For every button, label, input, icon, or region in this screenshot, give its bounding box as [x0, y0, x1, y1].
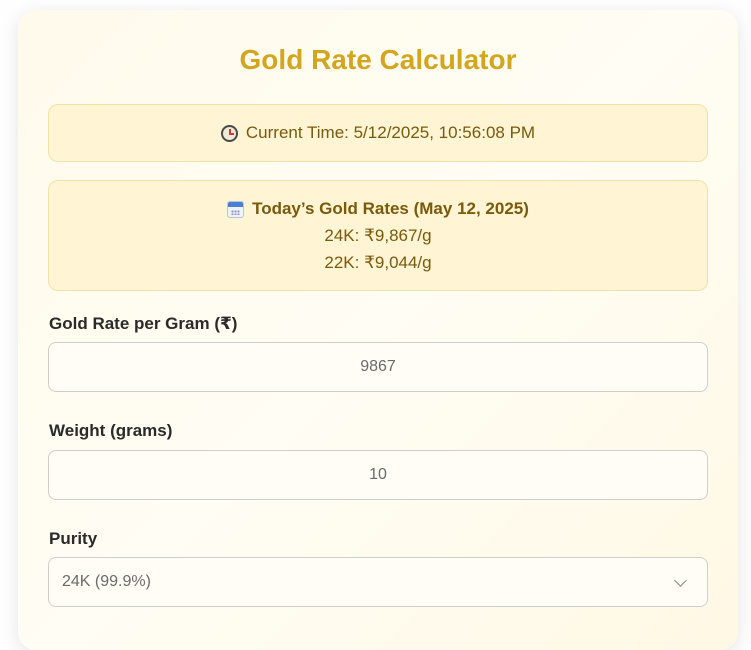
rate-per-gram-input[interactable] — [48, 342, 708, 392]
purity-select[interactable]: 24K (99.9%) — [48, 557, 708, 607]
rates-heading: Today’s Gold Rates (May 12, 2025) — [252, 199, 529, 218]
rate-per-gram-label: Gold Rate per Gram (₹) — [49, 314, 238, 333]
rates-heading-row: Today’s Gold Rates (May 12, 2025) — [49, 199, 707, 219]
purity-selected-value: 24K (99.9%) — [62, 573, 151, 590]
calendar-icon — [227, 200, 245, 218]
weight-input[interactable] — [48, 450, 708, 500]
rate-22k: 22K: ₹9,044/g — [324, 253, 432, 272]
current-time-box: Current Time: 5/12/2025, 10:56:08 PM — [48, 104, 708, 162]
purity-label: Purity — [49, 529, 98, 548]
page-title: Gold Rate Calculator — [239, 44, 517, 75]
todays-rates-box: Today’s Gold Rates (May 12, 2025) 24K: ₹… — [48, 180, 708, 291]
rate-24k: 24K: ₹9,867/g — [324, 226, 432, 245]
weight-label: Weight (grams) — [49, 421, 173, 440]
clock-icon — [220, 124, 238, 142]
current-time-text: Current Time: 5/12/2025, 10:56:08 PM — [245, 123, 536, 142]
calculator-card: Gold Rate Calculator Current Time: 5/12/… — [18, 10, 738, 650]
chevron-down-icon — [674, 574, 687, 587]
